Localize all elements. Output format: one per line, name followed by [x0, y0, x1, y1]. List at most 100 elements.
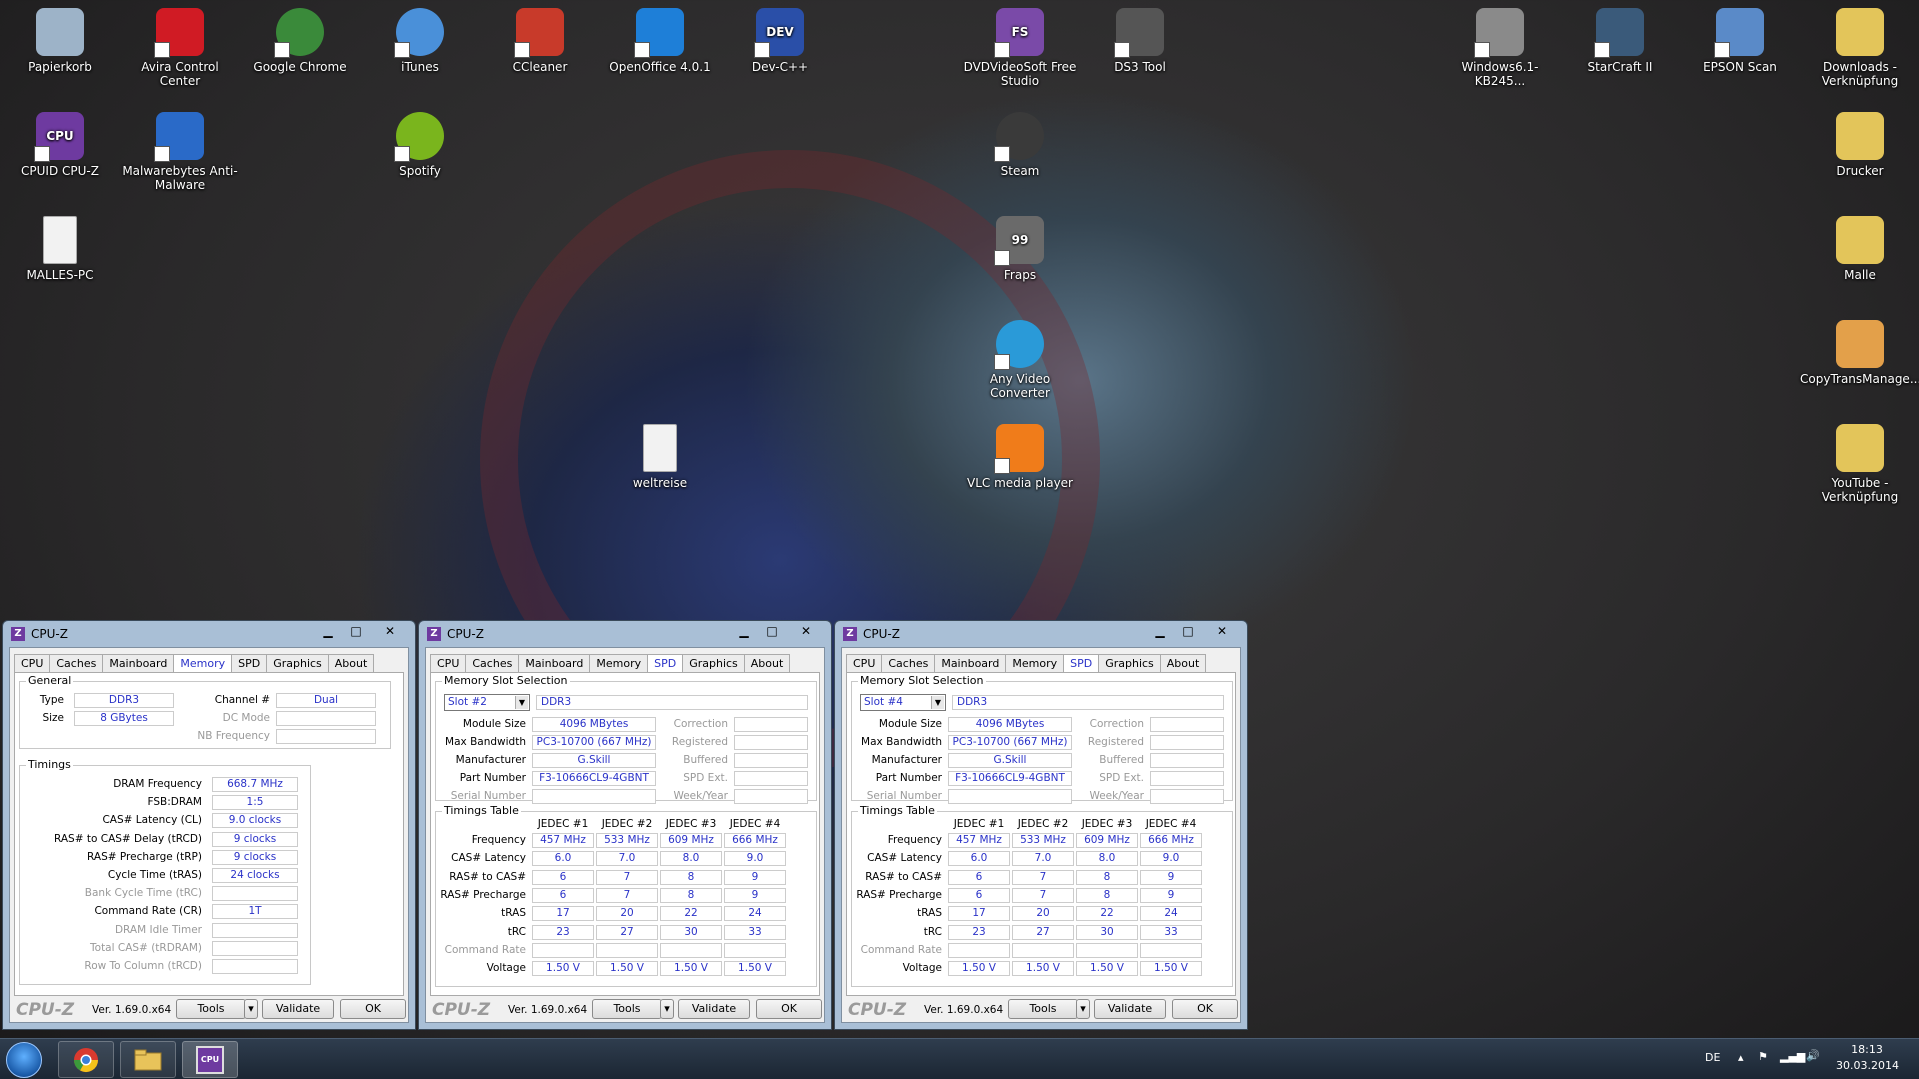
minimize-icon[interactable]: ▁: [1147, 623, 1173, 641]
desktop-icon[interactable]: Any Video Converter: [960, 320, 1080, 400]
desktop-icon[interactable]: 99 Fraps: [960, 216, 1080, 282]
desktop-icon-label: Dev-C++: [751, 60, 809, 74]
window-titlebar[interactable]: Z CPU-Z ▁ □ ✕: [841, 621, 1241, 647]
ok-button[interactable]: OK: [340, 999, 406, 1019]
desktop-icon[interactable]: Malwarebytes Anti-Malware: [120, 112, 240, 192]
desktop-icon[interactable]: iTunes: [360, 8, 480, 74]
desktop-icon[interactable]: Papierkorb: [0, 8, 120, 74]
desktop-icon[interactable]: StarCraft II: [1560, 8, 1680, 74]
desktop-icon[interactable]: Google Chrome: [240, 8, 360, 74]
desktop-icon[interactable]: Drucker: [1800, 112, 1919, 178]
maximize-icon[interactable]: □: [1175, 623, 1201, 641]
timing-cell: 7: [596, 869, 658, 885]
close-icon[interactable]: ✕: [1209, 623, 1235, 641]
tab-cpu[interactable]: CPU: [14, 654, 51, 672]
part-number-value: F3-10666CL9-4GBNT: [532, 771, 656, 786]
desktop-icon[interactable]: Avira Control Center: [120, 8, 240, 88]
validate-button[interactable]: Validate: [1094, 999, 1166, 1019]
desktop-icon[interactable]: YouTube - Verknüpfung: [1800, 424, 1919, 504]
slot-select[interactable]: Slot #4 ▼: [860, 694, 946, 711]
tab-caches[interactable]: Caches: [465, 654, 520, 672]
taskbar: CPU DE ▴ ⚑ ▂▄▆ 🔊 18:13 30.03.2014: [0, 1038, 1919, 1079]
language-indicator[interactable]: DE: [1705, 1051, 1720, 1064]
desktop-icon[interactable]: MALLES-PC: [0, 216, 120, 282]
tools-button[interactable]: Tools: [176, 999, 246, 1019]
tray-expand-icon[interactable]: ▴: [1738, 1051, 1744, 1064]
tab-about[interactable]: About: [327, 654, 375, 672]
close-icon[interactable]: ✕: [377, 623, 403, 641]
tab-graphics[interactable]: Graphics: [266, 654, 329, 672]
desktop-icon[interactable]: Spotify: [360, 112, 480, 178]
tab-about[interactable]: About: [743, 654, 791, 672]
validate-button[interactable]: Validate: [678, 999, 750, 1019]
clock-date[interactable]: 30.03.2014: [1836, 1059, 1899, 1072]
window-title: CPU-Z: [447, 627, 484, 641]
taskbar-cpuz-icon[interactable]: CPU: [182, 1041, 238, 1078]
module-size-label: Module Size: [462, 718, 526, 730]
desktop-icon[interactable]: FS DVDVideoSoft Free Studio: [960, 8, 1080, 88]
tab-caches[interactable]: Caches: [49, 654, 104, 672]
slot-select[interactable]: Slot #2 ▼: [444, 694, 530, 711]
maximize-icon[interactable]: □: [759, 623, 785, 641]
slot-selection-group: Memory Slot Selection Slot #4 ▼ DDR3 Modul…: [851, 674, 1233, 804]
timing-cell: [532, 942, 594, 958]
tab-cpu[interactable]: CPU: [430, 654, 467, 672]
tab-memory[interactable]: Memory: [589, 654, 649, 672]
tab-about[interactable]: About: [1159, 654, 1207, 672]
tab-cpu[interactable]: CPU: [846, 654, 883, 672]
desktop-icon[interactable]: Steam: [960, 112, 1080, 178]
close-icon[interactable]: ✕: [793, 623, 819, 641]
tools-dropdown-icon[interactable]: ▾: [244, 999, 258, 1019]
desktop-icon[interactable]: EPSON Scan: [1680, 8, 1800, 74]
tools-button[interactable]: Tools: [1008, 999, 1078, 1019]
window-titlebar[interactable]: Z CPU-Z ▁ □ ✕: [9, 621, 409, 647]
ok-button[interactable]: OK: [756, 999, 822, 1019]
tab-spd[interactable]: SPD: [231, 654, 268, 672]
tab-graphics[interactable]: Graphics: [682, 654, 745, 672]
cpuz-window-memory[interactable]: Z CPU-Z ▁ □ ✕ CPU Caches Mainboard Memor…: [2, 620, 416, 1030]
tab-graphics[interactable]: Graphics: [1098, 654, 1161, 672]
taskbar-chrome-icon[interactable]: [58, 1041, 114, 1078]
desktop-icon-label: Downloads - Verknüpfung: [1821, 60, 1899, 88]
volume-icon[interactable]: 🔊: [1806, 1049, 1820, 1062]
tools-button[interactable]: Tools: [592, 999, 662, 1019]
desktop-icon[interactable]: weltreise: [600, 424, 720, 490]
desktop-icon[interactable]: CCleaner: [480, 8, 600, 74]
cpuz-window-spd-slot4[interactable]: Z CPU-Z ▁ □ ✕ CPU Caches Mainboard Memory SP…: [834, 620, 1248, 1030]
desktop-icon[interactable]: CPU CPUID CPU-Z: [0, 112, 120, 178]
validate-button[interactable]: Validate: [262, 999, 334, 1019]
timing-value: [212, 886, 298, 902]
ok-button[interactable]: OK: [1172, 999, 1238, 1019]
timing-value: 1T: [212, 904, 298, 920]
desktop-icon[interactable]: CopyTransManage...: [1800, 320, 1919, 386]
desktop-icon[interactable]: Malle: [1800, 216, 1919, 282]
tab-mainboard[interactable]: Mainboard: [934, 654, 1007, 672]
desktop-icon[interactable]: Windows6.1-KB245...: [1440, 8, 1560, 88]
tab-memory[interactable]: Memory: [1005, 654, 1065, 672]
timing-cell: 666 MHz: [1140, 833, 1202, 848]
tab-spd[interactable]: SPD: [1063, 654, 1100, 672]
desktop-icon[interactable]: DEV Dev-C++: [720, 8, 840, 74]
desktop-icon[interactable]: VLC media player: [960, 424, 1080, 490]
window-titlebar[interactable]: Z CPU-Z ▁ □ ✕: [425, 621, 825, 647]
desktop-icon[interactable]: DS3 Tool: [1080, 8, 1200, 74]
minimize-icon[interactable]: ▁: [315, 623, 341, 641]
start-button-icon[interactable]: [6, 1042, 42, 1078]
desktop-icon[interactable]: Downloads - Verknüpfung: [1800, 8, 1919, 88]
cpuz-window-spd-slot2[interactable]: Z CPU-Z ▁ □ ✕ CPU Caches Mainboard Memory SP…: [418, 620, 832, 1030]
network-icon[interactable]: ▂▄▆: [1780, 1050, 1805, 1063]
tab-memory[interactable]: Memory: [173, 654, 233, 672]
tools-dropdown-icon[interactable]: ▾: [660, 999, 674, 1019]
tab-mainboard[interactable]: Mainboard: [518, 654, 591, 672]
clock-time[interactable]: 18:13: [1836, 1043, 1898, 1056]
taskbar-explorer-icon[interactable]: [120, 1041, 176, 1078]
tab-spd[interactable]: SPD: [647, 654, 684, 672]
tools-dropdown-icon[interactable]: ▾: [1076, 999, 1090, 1019]
timing-label: DRAM Idle Timer: [114, 923, 202, 936]
action-center-flag-icon[interactable]: ⚑: [1758, 1050, 1768, 1063]
maximize-icon[interactable]: □: [343, 623, 369, 641]
tab-caches[interactable]: Caches: [881, 654, 936, 672]
desktop-icon[interactable]: OpenOffice 4.0.1: [600, 8, 720, 74]
tab-mainboard[interactable]: Mainboard: [102, 654, 175, 672]
minimize-icon[interactable]: ▁: [731, 623, 757, 641]
